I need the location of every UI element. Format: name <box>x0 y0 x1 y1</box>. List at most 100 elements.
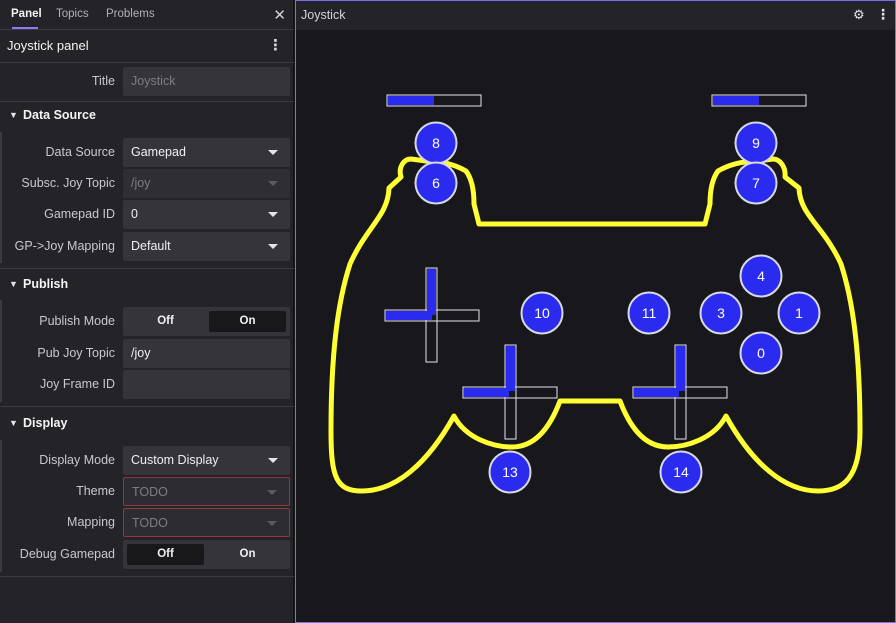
publish-mode-off[interactable]: Off <box>127 311 204 332</box>
chevron-down-icon <box>268 150 278 155</box>
gamepad-button-9: 9 <box>734 121 778 165</box>
mapping-select[interactable]: TODO <box>123 508 290 537</box>
gamepad-button-10: 10 <box>520 291 564 335</box>
chevron-down-icon <box>268 244 278 249</box>
gamepad-button-label: 14 <box>673 464 689 480</box>
divider <box>0 406 294 407</box>
gamepad-outline <box>328 156 863 494</box>
debug-gamepad-off[interactable]: Off <box>127 544 204 565</box>
sidebar-tabs: Panel Topics Problems ✕ <box>0 0 294 30</box>
debug-gamepad-label: Debug Gamepad <box>19 547 115 561</box>
gamepad-id-select[interactable]: 0 <box>123 200 290 229</box>
section-indent-line <box>0 132 2 263</box>
gamepad-button-8: 8 <box>414 121 458 165</box>
debug-gamepad-toggle[interactable]: Off On <box>123 540 290 569</box>
gamepad-button-label: 10 <box>534 305 550 321</box>
section-title: Publish <box>23 277 69 291</box>
close-icon[interactable]: ✕ <box>273 6 286 24</box>
left-trigger-bar <box>386 94 482 107</box>
dpad <box>384 267 480 363</box>
display-mode-label: Display Mode <box>39 453 115 467</box>
subsc-topic-select[interactable]: /joy <box>123 169 290 198</box>
gamepad-button-14: 14 <box>659 450 703 494</box>
title-input[interactable]: Joystick <box>123 67 290 96</box>
section-publish[interactable]: ▼ Publish <box>0 275 294 297</box>
publish-mode-on[interactable]: On <box>209 311 286 332</box>
select-value: /joy <box>131 176 151 190</box>
panel-title: Joystick panel <box>7 38 89 53</box>
kebab-menu-icon[interactable]: ⋮ <box>268 36 283 54</box>
gamepad-id-label: Gamepad ID <box>44 207 115 221</box>
frame-id-label: Joy Frame ID <box>39 377 115 391</box>
gamepad-button-label: 7 <box>752 175 760 191</box>
chevron-down-icon <box>267 521 277 526</box>
divider <box>0 101 294 102</box>
divider <box>0 268 294 269</box>
theme-label: Theme <box>76 484 115 498</box>
gamepad-button-label: 11 <box>642 305 657 321</box>
mapping-label: Mapping <box>67 515 115 529</box>
frame-id-input[interactable] <box>123 370 290 399</box>
select-value: Default <box>131 239 171 253</box>
data-source-select[interactable]: Gamepad <box>123 138 290 167</box>
chevron-down-icon <box>268 181 278 186</box>
joystick-panel: Joystick ⚙ ⋮ 8 9 6 7 4 10 11 3 1 0 13 14 <box>295 0 896 623</box>
gp-joy-mapping-select[interactable]: Default <box>123 232 290 261</box>
input-value: /joy <box>131 346 151 360</box>
divider <box>0 576 294 577</box>
gamepad-button-11: 11 <box>627 291 671 335</box>
pub-topic-input[interactable]: /joy <box>123 339 290 368</box>
active-tab-indicator <box>12 27 38 29</box>
gamepad-display: 8 9 6 7 4 10 11 3 10 13 14 <box>328 94 863 494</box>
divider <box>0 62 294 63</box>
tab-panel[interactable]: Panel <box>11 8 42 20</box>
section-display[interactable]: ▼ Display <box>0 414 294 436</box>
gamepad-button-label: 3 <box>717 305 725 321</box>
tab-problems[interactable]: Problems <box>106 8 155 20</box>
gamepad-button-label: 8 <box>432 135 440 151</box>
caret-down-icon: ▼ <box>9 110 18 120</box>
publish-mode-toggle[interactable]: Off On <box>123 307 290 336</box>
select-value: Custom Display <box>131 453 219 467</box>
chevron-down-icon <box>268 212 278 217</box>
select-value: TODO <box>132 516 168 530</box>
caret-down-icon: ▼ <box>9 418 18 428</box>
title-input-placeholder: Joystick <box>131 74 176 88</box>
gamepad-button-label: 1 <box>795 305 803 321</box>
gamepad-button-1: 1 <box>777 291 821 335</box>
section-data-source[interactable]: ▼ Data Source <box>0 106 294 128</box>
title-label: Title <box>91 74 115 88</box>
tab-topics[interactable]: Topics <box>56 8 89 20</box>
subsc-topic-label: Subsc. Joy Topic <box>21 176 115 190</box>
gamepad-button-4: 4 <box>739 254 783 298</box>
section-indent-line <box>0 440 2 572</box>
display-mode-select[interactable]: Custom Display <box>123 446 290 475</box>
gamepad-button-label: 9 <box>752 135 760 151</box>
select-value: Gamepad <box>131 145 186 159</box>
left-stick-indicator <box>462 344 558 440</box>
gamepad-button-label: 6 <box>432 175 440 191</box>
gp-joy-mapping-label: GP->Joy Mapping <box>14 239 115 253</box>
select-value: TODO <box>132 485 168 499</box>
gamepad-button-7: 7 <box>734 161 778 205</box>
pub-topic-label: Pub Joy Topic <box>37 346 115 360</box>
chevron-down-icon <box>268 458 278 463</box>
right-trigger-bar <box>711 94 807 107</box>
gamepad-button-label: 13 <box>502 464 518 480</box>
publish-mode-label: Publish Mode <box>39 314 115 328</box>
theme-select[interactable]: TODO <box>123 477 290 506</box>
gamepad-button-3: 3 <box>699 291 743 335</box>
debug-gamepad-on[interactable]: On <box>209 544 286 565</box>
right-stick-indicator <box>632 344 728 440</box>
settings-sidebar: Panel Topics Problems ✕ Joystick panel ⋮… <box>0 0 294 623</box>
gamepad-button-0: 0 <box>739 331 783 375</box>
section-indent-line <box>0 300 2 402</box>
chevron-down-icon <box>267 490 277 495</box>
section-title: Display <box>23 416 68 430</box>
section-title: Data Source <box>23 108 96 122</box>
caret-down-icon: ▼ <box>9 279 18 289</box>
gamepad-button-6: 6 <box>414 161 458 205</box>
data-source-label: Data Source <box>45 145 115 159</box>
gamepad-button-label: 4 <box>757 268 765 284</box>
gamepad-button-13: 13 <box>488 450 532 494</box>
